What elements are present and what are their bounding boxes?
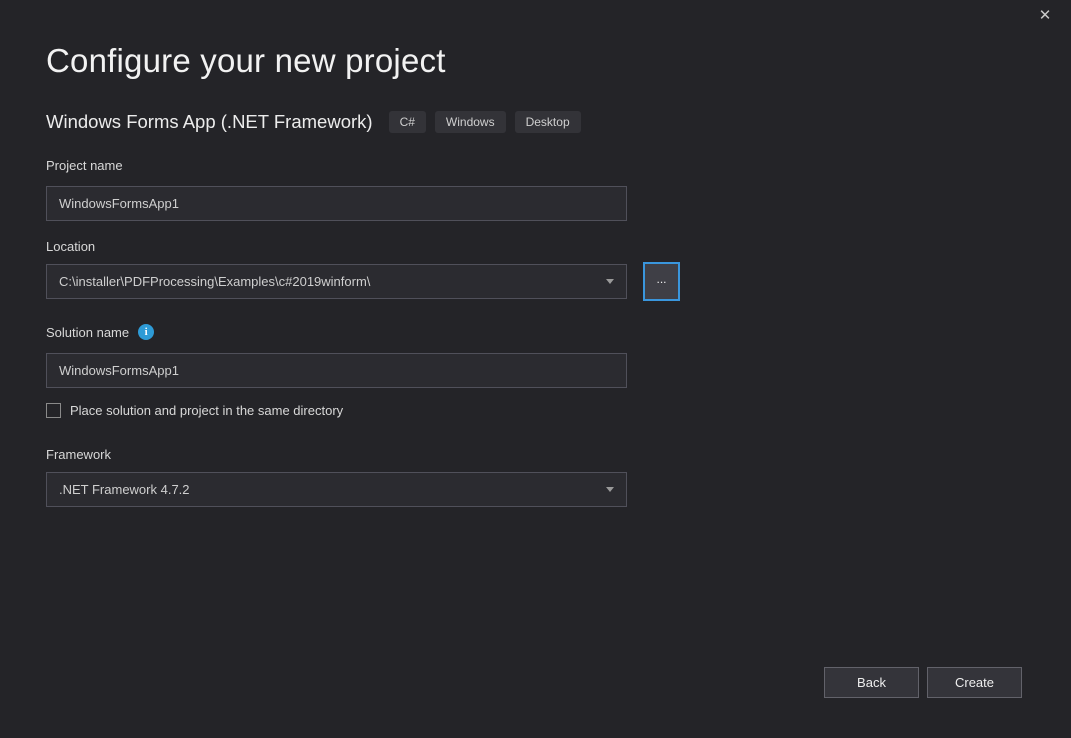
configure-project-dialog: ✕ Configure your new project Windows For… <box>0 0 1071 738</box>
project-name-input[interactable] <box>46 186 627 221</box>
solution-name-input[interactable] <box>46 353 627 388</box>
location-combobox[interactable]: C:\installer\PDFProcessing\Examples\c#20… <box>46 264 627 299</box>
back-button[interactable]: Back <box>824 667 919 698</box>
tag-category: Desktop <box>514 111 581 133</box>
same-directory-checkbox[interactable] <box>46 403 61 418</box>
framework-dropdown[interactable]: .NET Framework 4.7.2 <box>46 472 627 507</box>
chevron-down-icon[interactable] <box>606 487 614 492</box>
location-label: Location <box>46 239 96 254</box>
project-type-name: Windows Forms App (.NET Framework) <box>46 111 373 132</box>
info-icon[interactable]: i <box>138 324 155 340</box>
same-directory-label: Place solution and project in the same d… <box>70 403 344 418</box>
project-type-row: Windows Forms App (.NET Framework) C# Wi… <box>46 111 590 133</box>
chevron-down-icon[interactable] <box>606 279 614 284</box>
location-value: C:\installer\PDFProcessing\Examples\c#20… <box>59 274 371 289</box>
browse-location-button[interactable]: ... <box>643 262 680 301</box>
same-directory-checkbox-row[interactable]: Place solution and project in the same d… <box>46 403 343 418</box>
solution-name-label: Solution name <box>46 324 130 340</box>
solution-name-label-row: Solution name i <box>46 324 155 340</box>
create-button[interactable]: Create <box>927 667 1022 698</box>
tag-language: C# <box>388 111 426 133</box>
page-title: Configure your new project <box>46 42 446 79</box>
close-icon[interactable]: ✕ <box>1031 4 1059 28</box>
framework-value: .NET Framework 4.7.2 <box>59 482 190 497</box>
tag-platform: Windows <box>434 111 506 133</box>
framework-label: Framework <box>46 447 112 462</box>
project-name-label: Project name <box>46 158 123 173</box>
